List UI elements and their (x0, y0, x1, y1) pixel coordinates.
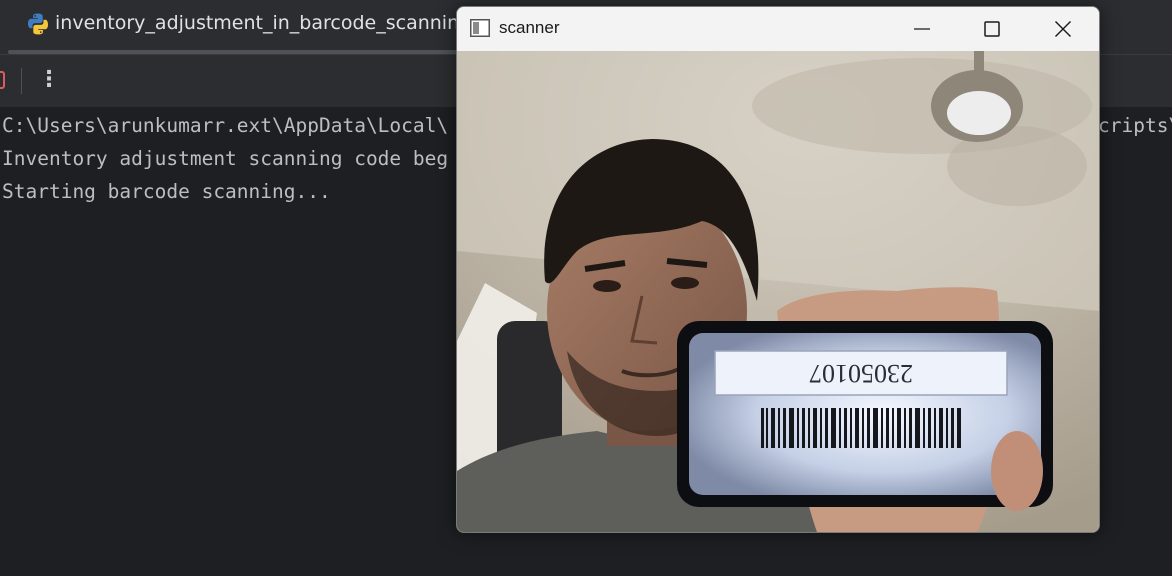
console-line: C:\Users\arunkumarr.ext\AppData\Local\ (2, 114, 449, 137)
maximize-icon (984, 21, 1000, 37)
stop-icon[interactable] (0, 71, 5, 89)
window-title: scanner (499, 18, 560, 37)
active-tab-indicator (8, 50, 458, 54)
console-line: Starting barcode scanning... (2, 180, 331, 203)
scanner-titlebar[interactable]: scanner (457, 7, 1099, 51)
run-tab[interactable]: inventory_adjustment_in_barcode_scanning (0, 0, 471, 54)
barcode-number: 23050107 (809, 359, 913, 388)
window-app-icon (470, 19, 490, 37)
console-line-tail: cripts\ (1098, 114, 1172, 137)
console-line: Inventory adjustment scanning code beg (2, 147, 449, 170)
camera-feed: 23050107 (457, 51, 1099, 532)
close-button[interactable] (1040, 7, 1086, 51)
maximize-button[interactable] (969, 7, 1015, 51)
toolbar-divider (21, 68, 22, 94)
scanner-window: scanner 23050107 (456, 6, 1100, 533)
more-vertical-icon[interactable]: ⋮ (38, 66, 60, 94)
minimize-icon (914, 28, 930, 30)
python-icon (28, 13, 48, 35)
close-icon (1055, 21, 1071, 37)
run-tab-label: inventory_adjustment_in_barcode_scanning (55, 12, 472, 34)
minimize-button[interactable] (899, 7, 945, 51)
